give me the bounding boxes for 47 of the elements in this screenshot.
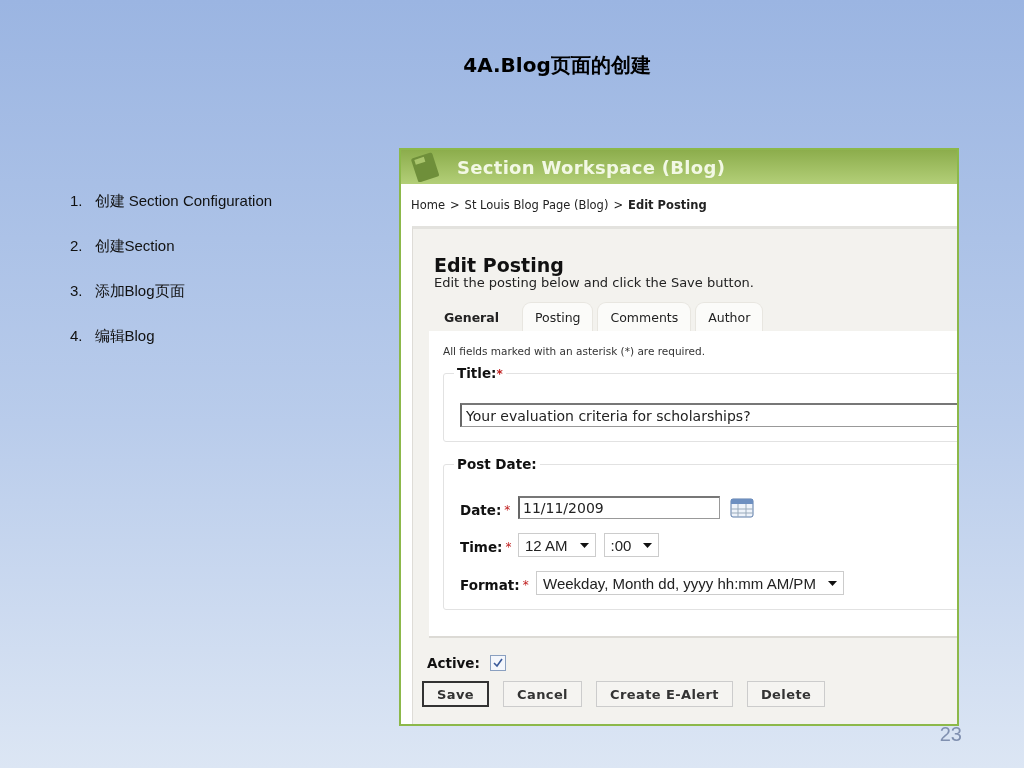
caret-icon — [579, 542, 589, 548]
caret-icon — [827, 580, 837, 586]
form-button[interactable]: Save — [422, 681, 490, 707]
date-field[interactable]: 11/11/2009 — [518, 496, 720, 519]
breadcrumb-link[interactable]: Home — [411, 198, 445, 226]
breadcrumb-link[interactable]: St Louis Blog Page (Blog) — [464, 198, 609, 226]
legend-label: Title: — [457, 365, 497, 381]
page-subheading: Edit the posting below and click the Save button. — [434, 275, 755, 291]
form-button[interactable]: Cancel — [503, 681, 582, 707]
tab[interactable]: Posting — [523, 303, 593, 331]
dropdown[interactable]: Weekday, Month dd, yyyy hh:mm AM/PM — [536, 571, 844, 595]
tab[interactable]: Author — [696, 303, 763, 331]
step-number: 3. — [70, 282, 83, 300]
caret-icon — [643, 542, 653, 548]
dropdown[interactable]: 12 AM — [518, 533, 596, 557]
active-label: Active: — [427, 655, 480, 671]
required-mark: * — [522, 578, 529, 592]
checkmark-icon — [492, 658, 503, 668]
breadcrumb-separator: > — [613, 198, 624, 214]
breadcrumb-link[interactable]: Edit Posting — [628, 198, 707, 226]
step-text: 添加Blog页面 — [94, 282, 185, 300]
step-number: 2. — [70, 237, 83, 255]
required-mark: * — [505, 540, 512, 554]
workspace-title: Section Workspace (Blog) — [457, 156, 726, 178]
step-number: 4. — [70, 327, 83, 345]
form-button[interactable]: Delete — [746, 681, 826, 707]
page-number: 23 — [939, 723, 962, 746]
step-number: 1. — [70, 192, 83, 210]
required-note: All fields marked with an asterisk (*) are required. — [443, 345, 707, 357]
step-text: 编辑Blog — [94, 327, 155, 345]
breadcrumb-separator: > — [449, 198, 460, 214]
tab[interactable]: General — [432, 303, 511, 331]
step-text: 创建 Section Configuration — [94, 192, 273, 210]
step-text: 创建Section — [94, 237, 175, 255]
field-label: Date: — [460, 501, 502, 518]
active-checkbox[interactable] — [489, 655, 506, 671]
dropdown[interactable]: :00 — [603, 533, 660, 557]
legend-label: Post Date: — [457, 456, 537, 472]
required-mark: * — [496, 367, 503, 381]
title-field[interactable]: Your evaluation criteria for scholarships? — [460, 403, 957, 427]
field-label: Time: — [460, 539, 503, 555]
field-label: Format: — [460, 577, 520, 593]
slide-title: 4A.Blog页面的创建 — [462, 52, 651, 78]
calendar-icon[interactable] — [730, 497, 754, 518]
form-button[interactable]: Create E-Alert — [596, 681, 733, 707]
required-mark: * — [504, 502, 511, 517]
tab[interactable]: Comments — [598, 303, 691, 331]
